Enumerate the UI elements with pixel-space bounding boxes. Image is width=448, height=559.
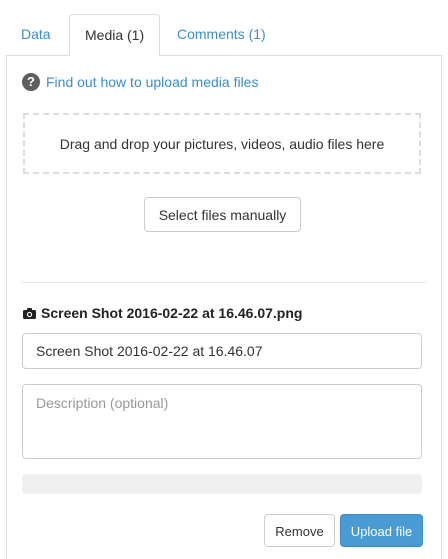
file-title-input[interactable]: Screen Shot 2016-02-22 at 16.46.07 xyxy=(22,333,422,369)
tab-comments[interactable]: Comments (1) xyxy=(162,14,281,55)
remove-button[interactable]: Remove xyxy=(264,514,335,547)
camera-icon xyxy=(23,307,36,319)
description-input[interactable]: Description (optional) xyxy=(22,384,422,459)
tab-data[interactable]: Data xyxy=(6,14,66,55)
dropzone-text: Drag and drop your pictures, videos, aud… xyxy=(59,135,385,152)
tab-bar: Data Media (1) Comments (1) xyxy=(6,14,442,56)
file-title: Screen Shot 2016-02-22 at 16.46.07.png xyxy=(23,304,302,322)
select-files-button[interactable]: Select files manually xyxy=(144,197,301,232)
help-link[interactable]: Find out how to upload media files xyxy=(46,74,258,90)
file-name: Screen Shot 2016-02-22 at 16.46.07.png xyxy=(41,305,303,321)
upload-file-button[interactable]: Upload file xyxy=(340,514,423,547)
upload-progress-bar xyxy=(22,474,422,494)
dropzone[interactable]: Drag and drop your pictures, videos, aud… xyxy=(23,113,421,174)
section-divider xyxy=(22,282,426,283)
tab-media[interactable]: Media (1) xyxy=(69,14,161,56)
help-row: ? Find out how to upload media files xyxy=(22,72,258,92)
question-circle-icon[interactable]: ? xyxy=(22,73,40,91)
